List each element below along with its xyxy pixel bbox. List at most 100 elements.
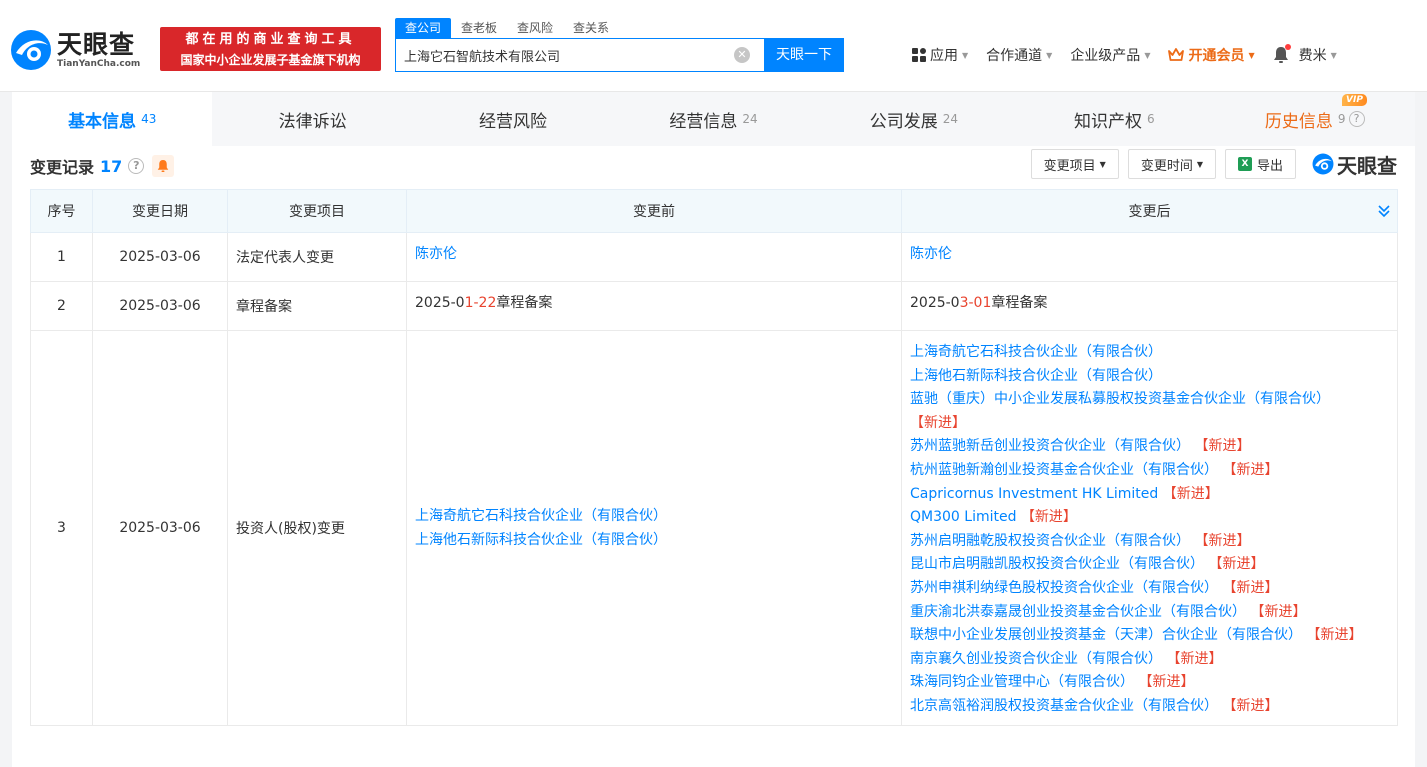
investor-link[interactable]: 上海他石新际科技合伙企业（有限合伙）: [415, 528, 893, 552]
apps-grid-icon: [912, 48, 926, 62]
investor-link[interactable]: 珠海同钧企业管理中心（有限合伙）: [910, 674, 1134, 690]
col-header-index: 序号: [30, 189, 93, 233]
filter-item-label: 变更项目: [1043, 158, 1096, 174]
col-header-item: 变更项目: [227, 189, 407, 233]
nav-user[interactable]: 费米 ▼: [1299, 45, 1337, 65]
tab-ip[interactable]: 知识产权 6: [1014, 92, 1215, 146]
cell-index: 2: [30, 281, 93, 331]
investor-link[interactable]: 重庆渝北洪泰嘉晟创业投资基金合伙企业（有限合伙）: [910, 604, 1246, 620]
top-header: 天眼查 TianYanCha.com 都在用的商业查询工具 国家中小企业发展子基…: [0, 0, 1427, 92]
investor-entry: 苏州蓝驰新岳创业投资合伙企业（有限合伙） 【新进】: [910, 435, 1389, 459]
investor-entry: QM300 Limited 【新进】: [910, 506, 1389, 530]
tab-label: 基本信息: [68, 111, 137, 132]
tab-count: 6: [1147, 112, 1155, 126]
investor-link[interactable]: 联想中小企业发展创业投资基金（天津）合伙企业（有限合伙）: [910, 627, 1302, 643]
col-header-after: 变更后: [901, 189, 1398, 233]
export-button[interactable]: X 导出: [1224, 149, 1296, 179]
new-investor-tag: 【新进】: [1222, 579, 1279, 596]
export-label: 导出: [1256, 158, 1283, 174]
new-investor-tag: 【新进】: [1306, 627, 1363, 644]
caret-down-icon: ▼: [1196, 159, 1203, 169]
new-investor-tag: 【新进】: [1162, 485, 1219, 502]
clear-icon[interactable]: ✕: [734, 47, 750, 63]
filter-item-dropdown[interactable]: 变更项目 ▼: [1030, 149, 1119, 179]
search-type-tabs: 查公司 查老板 查风险 查关系: [395, 18, 619, 38]
new-investor-tag: 【新进】: [1250, 603, 1307, 620]
investor-entry: 上海他石新际科技合伙企业（有限合伙）: [910, 365, 1389, 389]
tab-risk[interactable]: 经营风险: [412, 92, 614, 146]
search-tab-relation[interactable]: 查关系: [563, 18, 619, 38]
nav-vip-label: 开通会员: [1188, 48, 1245, 64]
tianyancha-logo[interactable]: 天眼查 TianYanCha.com: [10, 26, 155, 74]
diff-text: 2025-0: [415, 295, 465, 311]
new-investor-tag: 【新进】: [910, 414, 966, 431]
cell-index: 3: [30, 330, 93, 726]
investor-entry: 联想中小企业发展创业投资基金（天津）合伙企业（有限合伙） 【新进】: [910, 624, 1389, 648]
help-icon[interactable]: ?: [128, 158, 145, 174]
diff-highlight: 1-22: [464, 295, 497, 311]
investor-link[interactable]: 苏州蓝驰新岳创业投资合伙企业（有限合伙）: [910, 438, 1190, 454]
search-input[interactable]: [396, 39, 726, 71]
new-investor-tag: 【新进】: [1208, 556, 1265, 573]
cell-before: 陈亦伦: [406, 232, 902, 282]
nav-apps[interactable]: 应用 ▼: [912, 45, 968, 65]
search-box: ✕: [395, 38, 765, 72]
new-investor-tag: 【新进】: [1020, 509, 1077, 526]
tab-development[interactable]: 公司发展 24: [813, 92, 1015, 146]
tab-legal[interactable]: 法律诉讼: [212, 92, 413, 146]
investor-link[interactable]: 杭州蓝驰新瀚创业投资基金合伙企业（有限合伙）: [910, 462, 1218, 478]
investor-entry: 苏州启明融乾股权投资合伙企业（有限合伙） 【新进】: [910, 530, 1389, 554]
cell-date: 2025-03-06: [92, 281, 228, 331]
investor-entry: 上海奇航它石科技合伙企业（有限合伙）: [910, 341, 1389, 365]
new-investor-tag: 【新进】: [1194, 532, 1251, 549]
cell-before: 2025-01-22章程备案: [406, 281, 902, 331]
diff-text: 章程备案: [991, 295, 1048, 311]
logo-eye-icon: [10, 29, 52, 71]
investor-link[interactable]: 昆山市启明融凯股权投资合伙企业（有限合伙）: [910, 556, 1204, 572]
banner-line1: 都在用的商业查询工具: [185, 32, 356, 47]
section-title-text: 变更记录: [30, 158, 95, 177]
notification-bell-icon[interactable]: [1273, 44, 1291, 64]
crown-icon: [1168, 48, 1185, 61]
investor-link[interactable]: 苏州申祺利纳绿色股权投资合伙企业（有限合伙）: [910, 580, 1218, 596]
help-icon[interactable]: ?: [1348, 111, 1365, 127]
person-link[interactable]: 陈亦伦: [415, 246, 457, 262]
diff-highlight: 3-01: [959, 295, 992, 311]
tab-label: 历史信息: [1264, 111, 1333, 132]
search-tab-boss[interactable]: 查老板: [451, 18, 507, 38]
cell-after: 陈亦伦: [901, 232, 1398, 282]
nav-partner-label: 合作通道: [986, 48, 1043, 64]
table-row: 1 2025-03-06 法定代表人变更 陈亦伦 陈亦伦: [30, 232, 1398, 282]
monitor-bell-icon[interactable]: [152, 155, 175, 177]
investor-link[interactable]: 南京襄久创业投资合伙企业（有限合伙）: [910, 651, 1162, 667]
cell-item: 投资人(股权)变更: [227, 330, 407, 726]
col-header-after-label: 变更后: [1128, 204, 1171, 220]
investor-link[interactable]: Capricornus Investment HK Limited: [910, 486, 1158, 502]
person-link[interactable]: 陈亦伦: [910, 246, 952, 262]
tab-history[interactable]: VIP 历史信息 9 ?: [1214, 92, 1415, 146]
filter-time-dropdown[interactable]: 变更时间 ▼: [1127, 149, 1216, 179]
investor-link[interactable]: 上海他石新际科技合伙企业（有限合伙）: [910, 368, 1162, 384]
nav-partner[interactable]: 合作通道 ▼: [986, 45, 1052, 65]
investor-link[interactable]: 上海奇航它石科技合伙企业（有限合伙）: [415, 504, 893, 528]
tab-operation[interactable]: 经营信息 24: [613, 92, 814, 146]
nav-vip[interactable]: 开通会员 ▼: [1168, 45, 1255, 65]
new-investor-tag: 【新进】: [1194, 438, 1251, 455]
investor-link[interactable]: 上海奇航它石科技合伙企业（有限合伙）: [910, 344, 1162, 360]
promo-banner[interactable]: 都在用的商业查询工具 国家中小企业发展子基金旗下机构: [160, 27, 381, 71]
investor-link[interactable]: 蓝驰（重庆）中小企业发展私募股权投资基金合伙企业（有限合伙）: [910, 391, 1330, 407]
investor-link[interactable]: 苏州启明融乾股权投资合伙企业（有限合伙）: [910, 533, 1190, 549]
nav-enterprise[interactable]: 企业级产品 ▼: [1070, 45, 1150, 65]
top-nav: 应用 ▼ 合作通道 ▼ 企业级产品 ▼ 开通会员 ▼ 费米 ▼: [912, 43, 1355, 67]
cell-index: 1: [30, 232, 93, 282]
double-chevron-down-icon[interactable]: [1377, 204, 1391, 218]
cell-item: 章程备案: [227, 281, 407, 331]
logo-eye-icon: [1312, 153, 1334, 175]
tab-basic-info[interactable]: 基本信息 43: [12, 92, 213, 146]
cell-date: 2025-03-06: [92, 232, 228, 282]
search-tab-company[interactable]: 查公司: [395, 18, 452, 38]
investor-link[interactable]: 北京高瓴裕润股权投资基金合伙企业（有限合伙）: [910, 698, 1218, 714]
search-tab-risk[interactable]: 查风险: [507, 18, 563, 38]
investor-link[interactable]: QM300 Limited: [910, 509, 1016, 525]
search-button[interactable]: 天眼一下: [764, 38, 844, 72]
